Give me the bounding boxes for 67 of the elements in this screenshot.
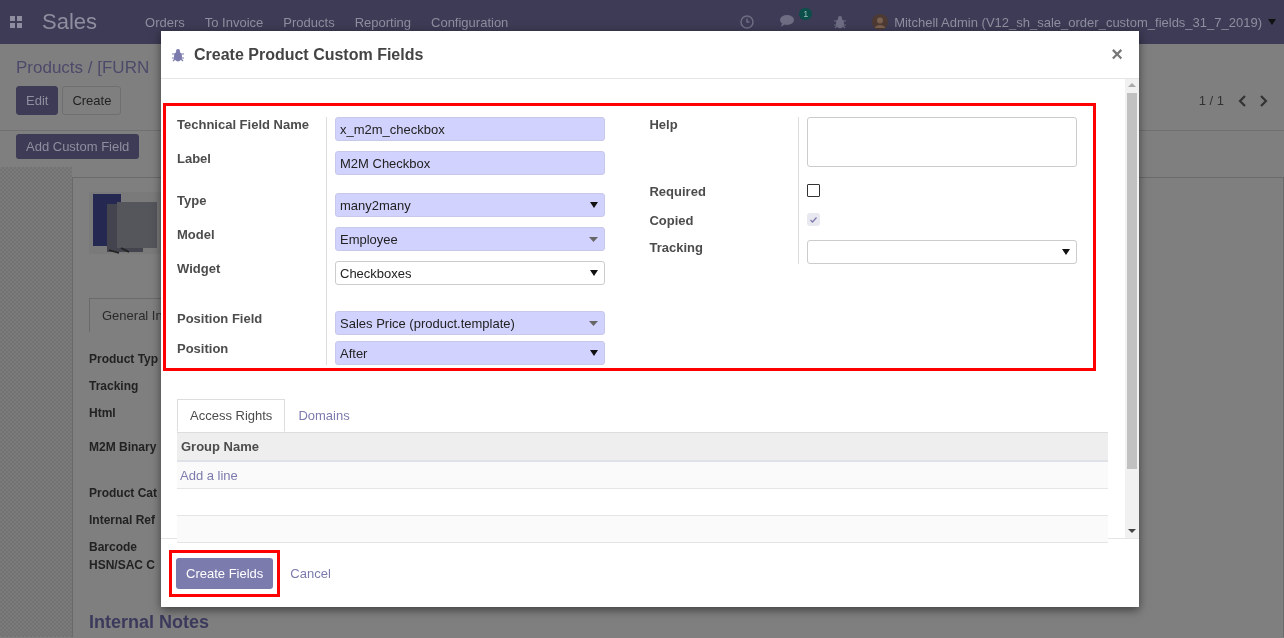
apps-menu-icon[interactable] (10, 16, 22, 28)
select-field[interactable]: Checkboxes (335, 261, 605, 285)
pager-text: 1 / 1 (1198, 93, 1224, 108)
create-fields-button[interactable]: Create Fields (176, 557, 274, 589)
menu-item[interactable]: To Invoice (204, 14, 264, 30)
field-label: Tracking (649, 240, 703, 255)
caret-icon (589, 236, 598, 242)
dropdown-field[interactable]: Sales Price (product.template) (335, 311, 605, 335)
select-field[interactable]: After (335, 341, 605, 365)
field-label: Widget (177, 261, 221, 276)
caret-icon (1268, 19, 1276, 25)
message-count-badge: 1 (799, 7, 813, 20)
select-field[interactable] (807, 240, 1078, 264)
caret-icon (1062, 249, 1071, 255)
menu-item[interactable]: Orders (145, 14, 185, 30)
field-label: Tracking (89, 379, 139, 393)
text-field[interactable]: M2M Checkbox (335, 151, 605, 175)
caret-icon (590, 202, 598, 208)
checkbox[interactable] (807, 184, 821, 197)
scroll-down-icon[interactable] (1128, 528, 1136, 534)
field-label: Copied (649, 213, 694, 228)
tab[interactable]: Domains (285, 399, 363, 432)
field-label: Label (177, 151, 211, 166)
field-label: Help (649, 117, 678, 132)
field-label: Html (89, 406, 116, 420)
field-label: Position (177, 341, 229, 356)
caret-icon (590, 350, 598, 356)
field-label: Product Typ (89, 352, 159, 366)
column-header: Group Name (177, 433, 1108, 462)
next-icon[interactable] (1260, 94, 1268, 107)
field-label: M2M Binary (89, 440, 157, 454)
dropdown-field[interactable]: Employee (335, 227, 605, 251)
caret-icon (590, 270, 598, 276)
user-menu[interactable]: Mitchell Admin (V12_sh_sale_order_custom_fields_31_7_2019) (894, 14, 1262, 30)
create-button[interactable]: Create (62, 86, 122, 115)
previous-icon[interactable] (1238, 94, 1246, 107)
field-label: Model (177, 227, 215, 242)
clock-icon[interactable] (740, 15, 755, 29)
select-field[interactable]: many2many (335, 193, 605, 217)
app-name: Sales (42, 9, 98, 35)
dialog-title: Create Product Custom Fields (194, 45, 424, 64)
menu-item[interactable]: Reporting (354, 14, 411, 30)
check-icon (810, 216, 818, 223)
add-line-link[interactable]: Add a line (180, 467, 238, 483)
field-label: Type (177, 193, 207, 208)
text-area[interactable] (807, 117, 1078, 167)
field-label: Position Field (177, 311, 263, 326)
text-field[interactable]: x_m2m_checkbox (335, 117, 605, 141)
cancel-link[interactable]: Cancel (290, 565, 331, 581)
edit-button[interactable]: Edit (16, 86, 59, 115)
field-label: Technical Field Name (177, 117, 309, 132)
field-label: Product Cat (89, 486, 157, 500)
avatar-icon[interactable] (872, 14, 889, 30)
menu-item[interactable]: Products (283, 14, 335, 30)
field-label: Barcode (89, 540, 138, 554)
scrollbar[interactable] (1125, 79, 1139, 538)
menu-item[interactable]: Configuration (431, 14, 509, 30)
section-title: Internal Notes (89, 612, 211, 633)
field-label: Required (649, 184, 706, 199)
bug-icon (172, 47, 184, 62)
add-custom-field-button[interactable]: Add Custom Field (16, 134, 140, 159)
field-label: HSN/SAC C (89, 558, 155, 572)
close-button[interactable]: × (1107, 43, 1127, 66)
tab[interactable]: Access Rights (177, 399, 286, 432)
field-label: Internal Ref (89, 513, 155, 527)
bug-icon[interactable] (834, 15, 847, 29)
caret-icon (589, 320, 598, 326)
